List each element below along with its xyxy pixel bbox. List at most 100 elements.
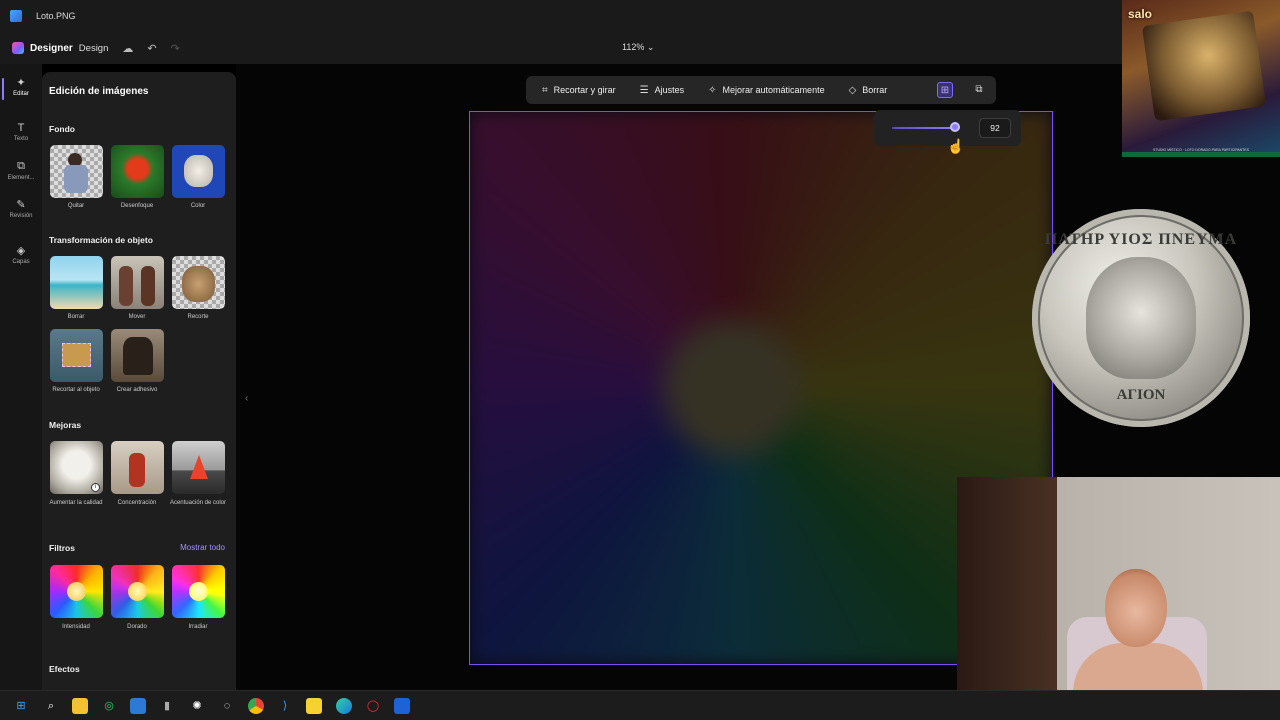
app-icon[interactable]: ◌: [219, 698, 235, 714]
tile-label: Quitar: [67, 203, 85, 209]
coin-top-inscription: ΠΑΤΗΡ ΥΙΟΣ ΠΝΕΥΜΑ: [1044, 231, 1238, 248]
tile-desenfoque[interactable]: [111, 145, 164, 198]
webcam-overlay: [957, 477, 1280, 720]
adjust-button[interactable]: ☰ Ajustes: [640, 85, 684, 96]
app-brand: Designer: [30, 42, 73, 54]
tile-label: Desenfoque: [120, 203, 154, 209]
rail-label: Texto: [13, 136, 29, 142]
panel-title: Edición de imágenes: [49, 86, 149, 97]
section-transformacion: Transformación de objeto: [49, 235, 153, 245]
chatgpt-icon[interactable]: ✺: [189, 698, 205, 714]
edge-icon[interactable]: [336, 698, 352, 714]
crop-rotate-button[interactable]: ⌗ Recortar y girar: [542, 85, 616, 96]
transparency-icon[interactable]: ⊞: [937, 82, 953, 98]
auto-label: Mejorar automáticamente: [722, 85, 825, 95]
shapes-icon: ⧉: [17, 160, 25, 172]
photos-app-icon: [10, 10, 22, 22]
coin-bottom-inscription: ΑΓΙΟΝ: [1116, 387, 1166, 403]
section-filtros: Filtros: [49, 543, 75, 553]
rail-item-editar[interactable]: ✦ Editar: [0, 76, 42, 100]
design-tab[interactable]: Design: [79, 43, 109, 54]
title-bar: Loto.PNG: [0, 0, 1280, 32]
opera-icon[interactable]: ◯: [365, 698, 381, 714]
tile-label: Mover: [128, 314, 146, 320]
tile-acentuacion-color[interactable]: [172, 441, 225, 494]
crop-label: Recortar y girar: [553, 85, 616, 95]
sparkle-icon: ✦: [16, 77, 26, 89]
pen-icon: ✎: [16, 199, 26, 211]
file-explorer-icon[interactable]: [72, 698, 88, 714]
tile-recortar-objeto[interactable]: [50, 329, 103, 382]
search-icon[interactable]: ⌕: [43, 698, 59, 714]
cloud-save-icon[interactable]: ☁: [122, 42, 133, 55]
slider-fill: [892, 127, 955, 129]
rail-item-texto[interactable]: T Texto: [0, 122, 42, 142]
designer-logo-icon: [12, 42, 24, 54]
crop-icon: ⌗: [542, 84, 548, 96]
rail-item-elementos[interactable]: ⧉ Element...: [0, 160, 42, 181]
tile-label: Acentuación de color: [169, 500, 227, 506]
erase-button[interactable]: ◇ Borrar: [849, 85, 888, 96]
tile-borrar[interactable]: [50, 256, 103, 309]
zoom-level[interactable]: 112% ⌄: [622, 42, 654, 53]
section-efectos: Efectos: [49, 664, 80, 674]
tile-crear-adhesivo[interactable]: [111, 329, 164, 382]
rail-label: Element...: [7, 175, 35, 181]
magic-wand-icon: ✧: [708, 84, 717, 96]
tile-label: Recortar al objeto: [52, 387, 100, 393]
tool-rail: ✦ Editar T Texto ⧉ Element... ✎ Revisión…: [0, 64, 42, 690]
app-header: Designer Design ☁ ↶ ↷ 112% ⌄: [0, 32, 1280, 64]
redo-icon[interactable]: ↷: [171, 42, 180, 55]
whatsapp-icon[interactable]: ◎: [101, 698, 117, 714]
door: [957, 477, 1057, 720]
tile-label: Concentración: [117, 500, 157, 506]
tile-mover[interactable]: [111, 256, 164, 309]
image-toolbar: ⌗ Recortar y girar ☰ Ajustes ✧ Mejorar a…: [526, 76, 996, 104]
tile-dorado[interactable]: [111, 565, 164, 618]
transparency-value-input[interactable]: 92: [979, 118, 1011, 138]
tile-quitar[interactable]: [50, 145, 103, 198]
section-fondo: Fondo: [49, 124, 75, 134]
tile-concentracion[interactable]: [111, 441, 164, 494]
eraser-icon: ◇: [848, 84, 857, 96]
tile-label: Intensidad: [62, 624, 90, 630]
coin-image: ΠΑΤΗΡ ΥΙΟΣ ΠΝΕΥΜΑ ΑΓΙΟΝ: [1032, 209, 1250, 427]
person-head: [1105, 569, 1167, 647]
hand-cursor-icon: ☝: [947, 138, 965, 154]
tile-color[interactable]: [172, 145, 225, 198]
tile-aumentar-calidad[interactable]: i: [50, 441, 103, 494]
designer-icon[interactable]: [394, 698, 410, 714]
window-title: Loto.PNG: [36, 11, 76, 21]
channel-thumbnail: salo STUDIO MÍSTICO · LOTO DORADO PARA P…: [1122, 0, 1280, 157]
tile-label: Crear adhesivo: [116, 387, 158, 393]
tile-label: Recorte: [187, 314, 209, 320]
golden-book-image: [1141, 10, 1267, 122]
vscode-icon[interactable]: ⟩: [277, 698, 293, 714]
chrome-icon[interactable]: [248, 698, 264, 714]
slider-thumb[interactable]: [949, 122, 960, 132]
store-icon[interactable]: [130, 698, 146, 714]
tile-irradiar[interactable]: [172, 565, 225, 618]
rail-item-revision[interactable]: ✎ Revisión: [0, 198, 42, 219]
usb-icon[interactable]: ▮: [159, 698, 175, 714]
info-icon[interactable]: i: [91, 483, 100, 492]
rail-label: Revisión: [9, 213, 33, 219]
tile-label: Irradiar: [188, 624, 208, 630]
sticky-notes-icon[interactable]: [306, 698, 322, 714]
rail-item-capas[interactable]: ◈ Capas: [0, 244, 42, 265]
auto-enhance-button[interactable]: ✧ Mejorar automáticamente: [708, 85, 824, 96]
tile-recorte[interactable]: [172, 256, 225, 309]
image-edit-panel: Edición de imágenes Fondo Quitar Desenfo…: [42, 72, 236, 690]
tile-label: Borrar: [67, 314, 85, 320]
collapse-panel-icon[interactable]: ‹: [245, 393, 248, 404]
rail-label: Capas: [12, 259, 30, 265]
tile-label: Aumentar la calidad: [49, 500, 103, 506]
flip-icon[interactable]: ⧉: [971, 82, 987, 98]
channel-name: salo: [1128, 7, 1153, 21]
undo-icon[interactable]: ↶: [147, 42, 156, 55]
tile-intensidad[interactable]: [50, 565, 103, 618]
adjust-label: Ajustes: [654, 85, 685, 95]
erase-label: Borrar: [862, 85, 888, 95]
windows-start-icon[interactable]: ⊞: [13, 698, 29, 714]
mostrar-todo-link[interactable]: Mostrar todo: [180, 543, 225, 552]
